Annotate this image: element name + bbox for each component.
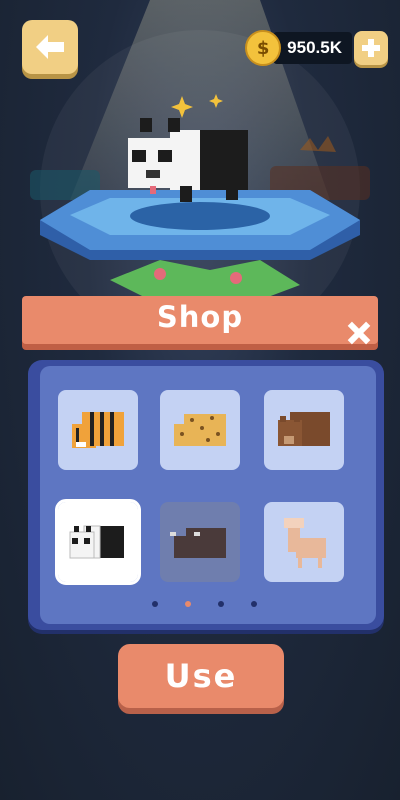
animal-tile-leopard[interactable] (160, 390, 240, 470)
panda-icon (69, 525, 124, 559)
page-dot-2[interactable] (185, 601, 191, 607)
yak-icon (170, 528, 226, 558)
arrow-left-icon (36, 35, 64, 59)
panda-model (128, 118, 248, 202)
use-button[interactable]: Use (118, 644, 284, 708)
sparkle-icon (171, 94, 223, 118)
page-dot-3[interactable] (218, 601, 224, 607)
close-icon (347, 321, 371, 345)
display-stage (30, 94, 370, 300)
page-dot-1[interactable] (152, 601, 158, 607)
close-button[interactable] (342, 316, 376, 350)
page-dot-4[interactable] (251, 601, 257, 607)
alpaca-icon (284, 518, 326, 568)
shop-title: Shop (156, 300, 244, 334)
plus-icon (362, 39, 380, 57)
bear-icon (278, 412, 330, 446)
animal-tile-panda[interactable] (55, 499, 141, 585)
coin-amount: 950.5K (273, 32, 352, 64)
animal-tile-tiger[interactable] (58, 390, 138, 470)
animal-tile-yak[interactable] (160, 502, 240, 582)
animal-tile-alpaca[interactable] (264, 502, 344, 582)
animal-tile-bear[interactable] (264, 390, 344, 470)
leopard-icon (174, 414, 226, 446)
coin-balance: $ 950.5K (245, 30, 388, 66)
back-button[interactable] (22, 20, 78, 74)
coin-icon: $ (245, 30, 282, 66)
tiger-icon (72, 412, 124, 448)
add-coins-button[interactable] (354, 31, 388, 65)
